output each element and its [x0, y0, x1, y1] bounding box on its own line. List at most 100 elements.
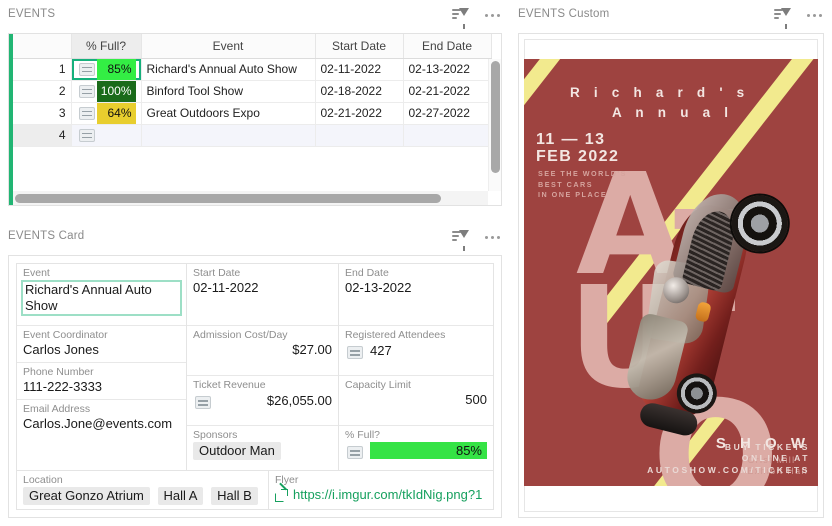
expand-record-icon[interactable]: [79, 63, 95, 76]
column-header-rownum[interactable]: [13, 34, 71, 58]
more-options-icon[interactable]: [805, 10, 824, 21]
field-registered-attendees[interactable]: Registered Attendees 427: [339, 326, 493, 376]
cell-pct-full[interactable]: 64%: [71, 102, 141, 124]
field-value[interactable]: Carlos Jones: [23, 342, 180, 358]
field-admission-cost[interactable]: Admission Cost/Day $27.00: [187, 326, 338, 376]
expand-record-icon[interactable]: [347, 346, 363, 359]
field-event[interactable]: Event Richard's Annual Auto Show: [17, 264, 186, 326]
field-phone-number[interactable]: Phone Number 111-222-3333: [17, 363, 186, 400]
field-value[interactable]: Carlos.Jone@events.com: [23, 416, 180, 432]
card-panel-header: EVENTS Card: [8, 230, 502, 252]
pct-value: [97, 125, 136, 146]
events-table: % Full? Event Start Date End Date 1: [13, 34, 492, 147]
expand-record-icon[interactable]: [195, 396, 211, 409]
row-number[interactable]: 2: [13, 80, 71, 102]
row-number[interactable]: 1: [13, 58, 71, 80]
field-value[interactable]: $26,055.00: [218, 393, 332, 409]
field-end-date[interactable]: End Date 02-13-2022: [339, 264, 493, 326]
expand-record-icon[interactable]: [79, 107, 95, 120]
filter-sort-icon[interactable]: [452, 8, 469, 22]
more-options-icon[interactable]: [483, 10, 502, 21]
field-capacity-limit[interactable]: Capacity Limit 500: [339, 376, 493, 426]
field-label: Event Coordinator: [23, 329, 180, 342]
column-header-event[interactable]: Event: [141, 34, 315, 58]
field-email-address[interactable]: Email Address Carlos.Jone@events.com: [17, 400, 186, 436]
field-ticket-revenue[interactable]: Ticket Revenue $26,055.00: [187, 376, 338, 426]
card-column-left: Event Richard's Annual Auto Show Event C…: [17, 264, 187, 470]
poster-dates: 11 — 13 FEB 2022: [536, 131, 619, 165]
cell-pct-full[interactable]: 100%: [71, 80, 141, 102]
cell-start-date[interactable]: [315, 124, 403, 146]
cell-start-date[interactable]: 02-11-2022: [315, 58, 403, 80]
cell-start-date[interactable]: 02-21-2022: [315, 102, 403, 124]
auto-show-poster[interactable]: A T U O R i c h a r d ' s A n: [524, 59, 818, 486]
cell-end-date[interactable]: [403, 124, 491, 146]
more-options-icon[interactable]: [483, 232, 502, 243]
cell-end-date[interactable]: 02-13-2022: [403, 58, 491, 80]
field-event-coordinator[interactable]: Event Coordinator Carlos Jones: [17, 326, 186, 363]
row-number[interactable]: 3: [13, 102, 71, 124]
field-value[interactable]: 02-13-2022: [345, 280, 487, 296]
chip-sponsor[interactable]: Outdoor Man: [193, 442, 281, 460]
vertical-scroll-thumb[interactable]: [491, 61, 500, 173]
events-card-panel: EVENTS Card Event Richard's Annual Auto …: [8, 230, 502, 518]
field-location[interactable]: Location Great Gonzo Atrium Hall A Hall …: [17, 471, 269, 509]
table-row[interactable]: 1 85% Richard's Annual Auto Show 02-11-2…: [13, 58, 491, 80]
column-header-start-date[interactable]: Start Date: [315, 34, 403, 58]
pct-value: 85%: [97, 59, 136, 80]
custom-panel-toolbar: [774, 8, 824, 22]
row-number[interactable]: 4: [13, 124, 71, 146]
field-label: Start Date: [193, 267, 332, 280]
card-column-middle: Start Date 02-11-2022 Admission Cost/Day…: [187, 264, 339, 470]
poster-top-margin: [524, 39, 818, 59]
field-flyer[interactable]: Flyer https://i.imgur.com/tkIdNig.png?1: [269, 471, 493, 509]
field-value[interactable]: 500: [345, 392, 487, 408]
table-row[interactable]: 4: [13, 124, 491, 146]
expand-record-icon[interactable]: [347, 446, 363, 459]
field-value[interactable]: 427: [370, 343, 392, 359]
expand-record-icon[interactable]: [79, 129, 95, 142]
field-start-date[interactable]: Start Date 02-11-2022: [187, 264, 338, 326]
field-value[interactable]: https://i.imgur.com/tkIdNig.png?1: [293, 487, 482, 503]
field-label: Sponsors: [193, 429, 332, 442]
grid-horizontal-scrollbar[interactable]: [13, 191, 488, 205]
horizontal-scroll-thumb[interactable]: [15, 194, 441, 203]
field-value[interactable]: 02-11-2022: [193, 280, 332, 296]
filter-sort-icon[interactable]: [452, 230, 469, 244]
cell-end-date[interactable]: 02-21-2022: [403, 80, 491, 102]
grid-scroll-area[interactable]: % Full? Event Start Date End Date 1: [13, 34, 501, 205]
field-pct-full[interactable]: % Full? 85%: [339, 426, 493, 463]
cell-event[interactable]: [141, 124, 315, 146]
card-record: Event Richard's Annual Auto Show Event C…: [16, 263, 494, 510]
field-value-row: 427: [345, 342, 487, 359]
cell-pct-full[interactable]: 85%: [71, 58, 141, 80]
field-value[interactable]: $27.00: [193, 342, 332, 358]
field-sponsors[interactable]: Sponsors Outdoor Man: [187, 426, 338, 464]
chip-location[interactable]: Hall B: [211, 487, 258, 505]
pct-value: 64%: [97, 103, 136, 124]
field-value-row: https://i.imgur.com/tkIdNig.png?1: [275, 487, 487, 503]
field-value[interactable]: Richard's Annual Auto Show: [21, 280, 182, 316]
card-bottom-row: Location Great Gonzo Atrium Hall A Hall …: [17, 470, 493, 509]
field-value[interactable]: 111-222-3333: [23, 379, 180, 395]
cell-pct-full[interactable]: [71, 124, 141, 146]
field-value-row: $26,055.00: [193, 392, 332, 409]
field-label: Admission Cost/Day: [193, 329, 332, 342]
column-header-end-date[interactable]: End Date: [403, 34, 491, 58]
cell-end-date[interactable]: 02-27-2022: [403, 102, 491, 124]
poster-tagline: SEE THE WORLD'S BEST CARS IN ONE PLACE: [538, 169, 627, 201]
cell-event[interactable]: Richard's Annual Auto Show: [141, 58, 315, 80]
cell-event[interactable]: Great Outdoors Expo: [141, 102, 315, 124]
cell-start-date[interactable]: 02-18-2022: [315, 80, 403, 102]
filter-sort-icon[interactable]: [774, 8, 791, 22]
table-row[interactable]: 3 64% Great Outdoors Expo 02-21-2022 02-…: [13, 102, 491, 124]
grid-vertical-scrollbar[interactable]: [488, 59, 501, 191]
table-row[interactable]: 2 100% Binford Tool Show 02-18-2022 02-2…: [13, 80, 491, 102]
expand-record-icon[interactable]: [79, 85, 95, 98]
column-header-pct-full[interactable]: % Full?: [71, 34, 141, 58]
field-value: 85%: [370, 442, 487, 459]
chip-location[interactable]: Great Gonzo Atrium: [23, 487, 150, 505]
cell-event[interactable]: Binford Tool Show: [141, 80, 315, 102]
card-panel-toolbar: [452, 230, 502, 244]
chip-location[interactable]: Hall A: [158, 487, 204, 505]
